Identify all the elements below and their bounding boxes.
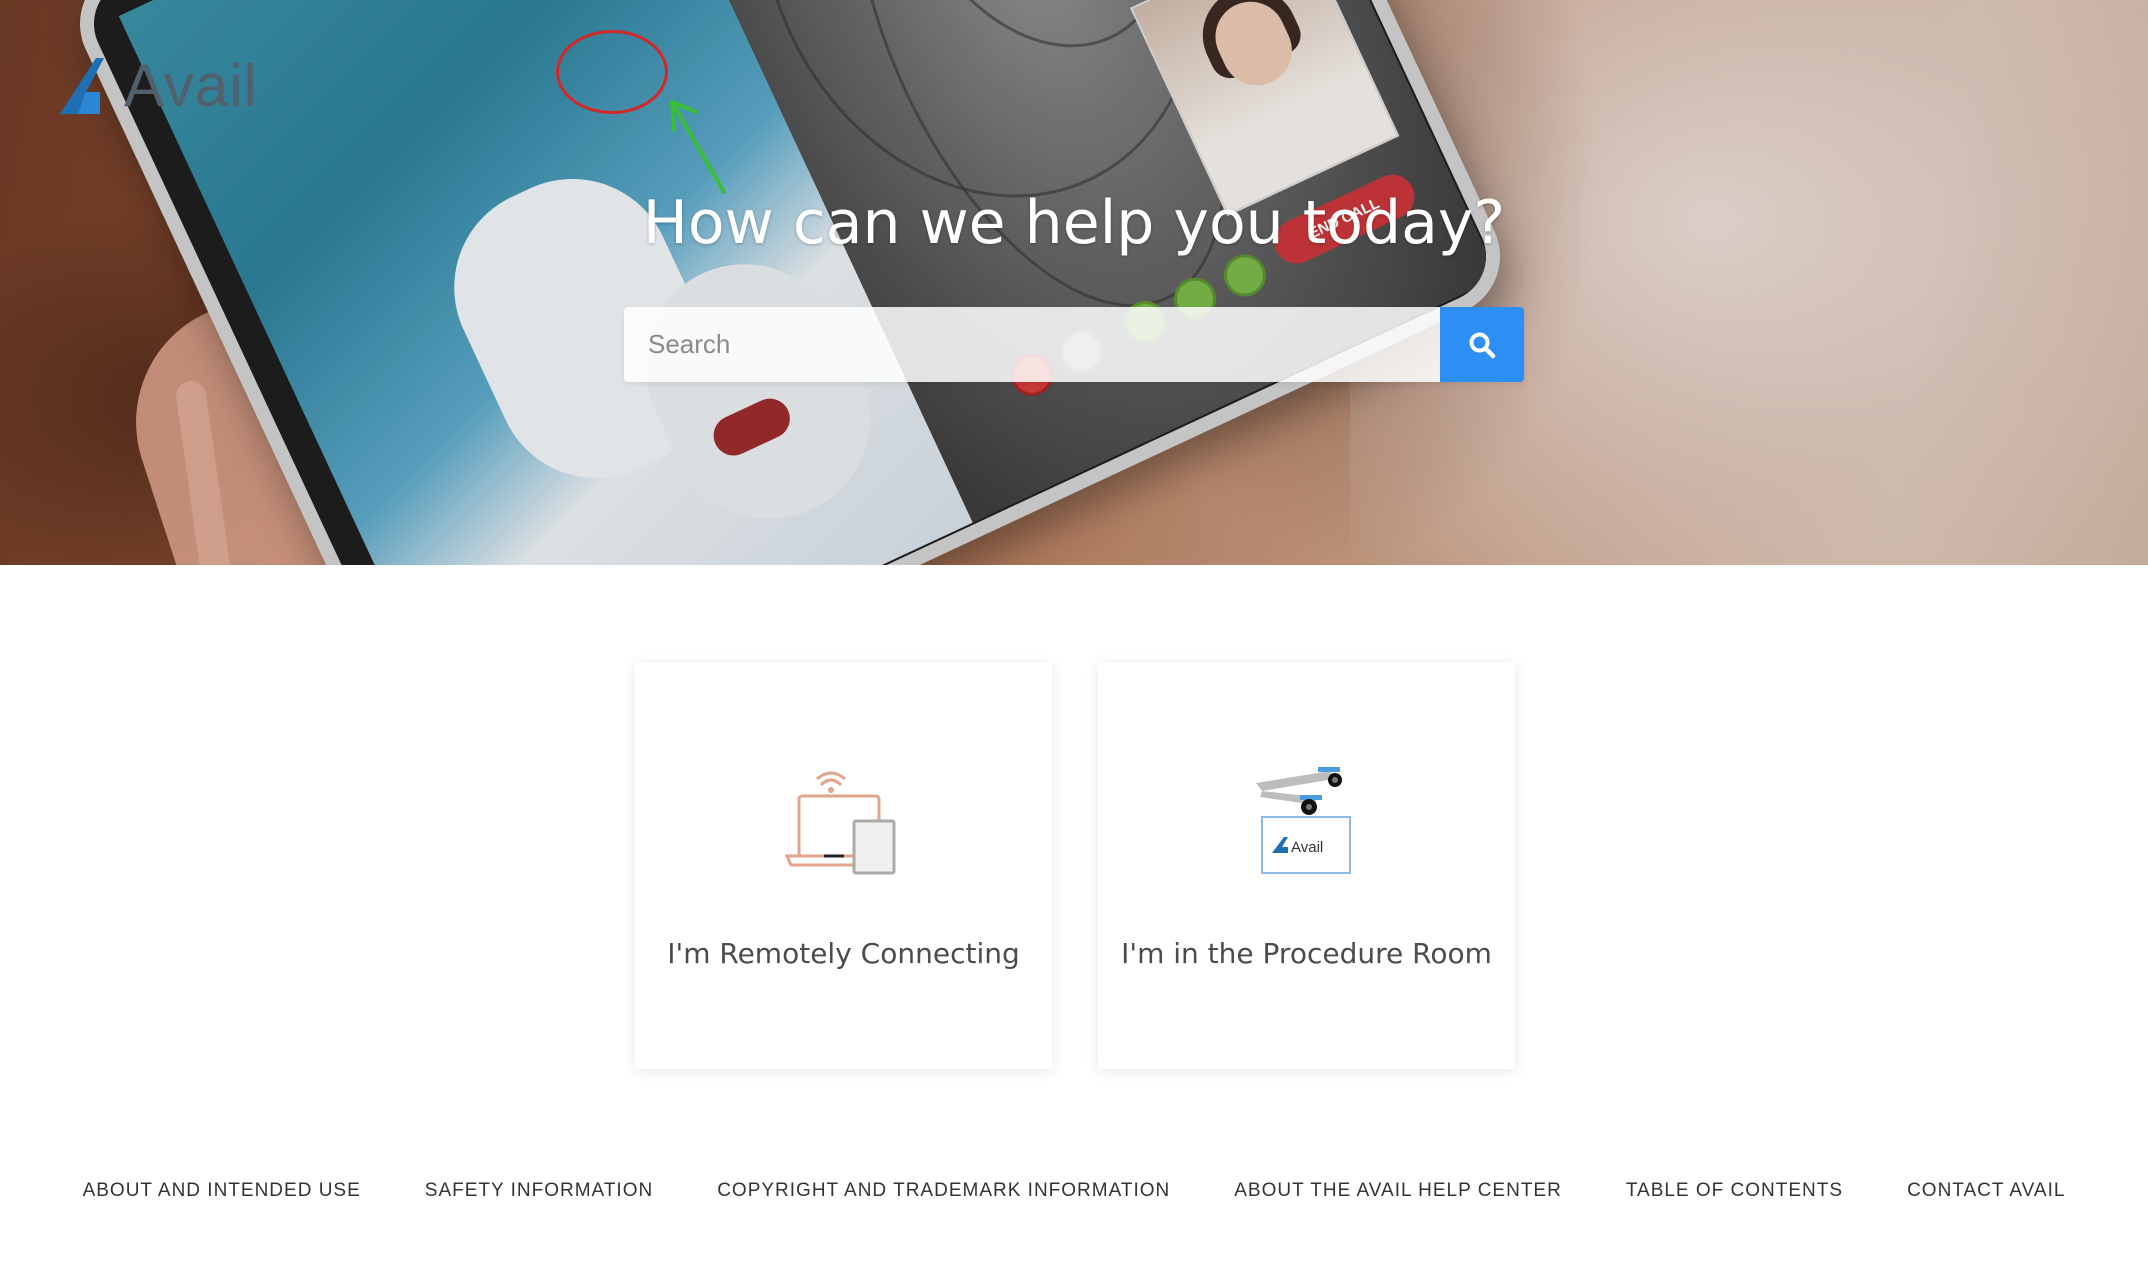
page-title: How can we help you today?	[642, 188, 1506, 258]
remote-connecting-card[interactable]: I'm Remotely Connecting	[635, 663, 1052, 1069]
procedure-room-device-icon: Avail	[1255, 767, 1351, 874]
hero-overlay	[0, 0, 2148, 565]
footer-link-contact-avail[interactable]: CONTACT AVAIL	[1875, 1180, 2097, 1210]
avail-badge-text: Avail	[1291, 839, 1323, 856]
search-icon	[1469, 332, 1496, 358]
footer-link-safety-information[interactable]: SAFETY INFORMATION	[393, 1180, 685, 1210]
avail-logo[interactable]: Avail	[56, 50, 258, 120]
hero-banner: END CALL Avail How can we help you today…	[0, 0, 2148, 565]
footer-link-about-help-center[interactable]: ABOUT THE AVAIL HELP CENTER	[1202, 1180, 1594, 1210]
footer-link-about-intended-use[interactable]: ABOUT AND INTENDED USE	[51, 1180, 393, 1210]
card-icon-wrap: Avail	[1098, 763, 1515, 883]
avail-logo-icon	[60, 58, 104, 114]
search-input[interactable]	[624, 307, 1440, 382]
footer-link-copyright-trademark[interactable]: COPYRIGHT AND TRADEMARK INFORMATION	[685, 1180, 1202, 1210]
footer-link-table-of-contents[interactable]: TABLE OF CONTENTS	[1594, 1180, 1875, 1210]
card-label: I'm in the Procedure Room	[1121, 937, 1492, 970]
remote-devices-icon	[784, 771, 895, 875]
avail-logo-text: Avail	[124, 51, 258, 119]
footer-nav: ABOUT AND INTENDED USE SAFETY INFORMATIO…	[0, 1180, 2148, 1210]
procedure-room-card[interactable]: Avail I'm in the Procedure Room	[1098, 663, 1515, 1069]
search-form	[624, 307, 1524, 382]
card-label: I'm Remotely Connecting	[667, 937, 1020, 970]
card-icon-wrap	[635, 763, 1052, 883]
search-button[interactable]	[1440, 307, 1524, 382]
